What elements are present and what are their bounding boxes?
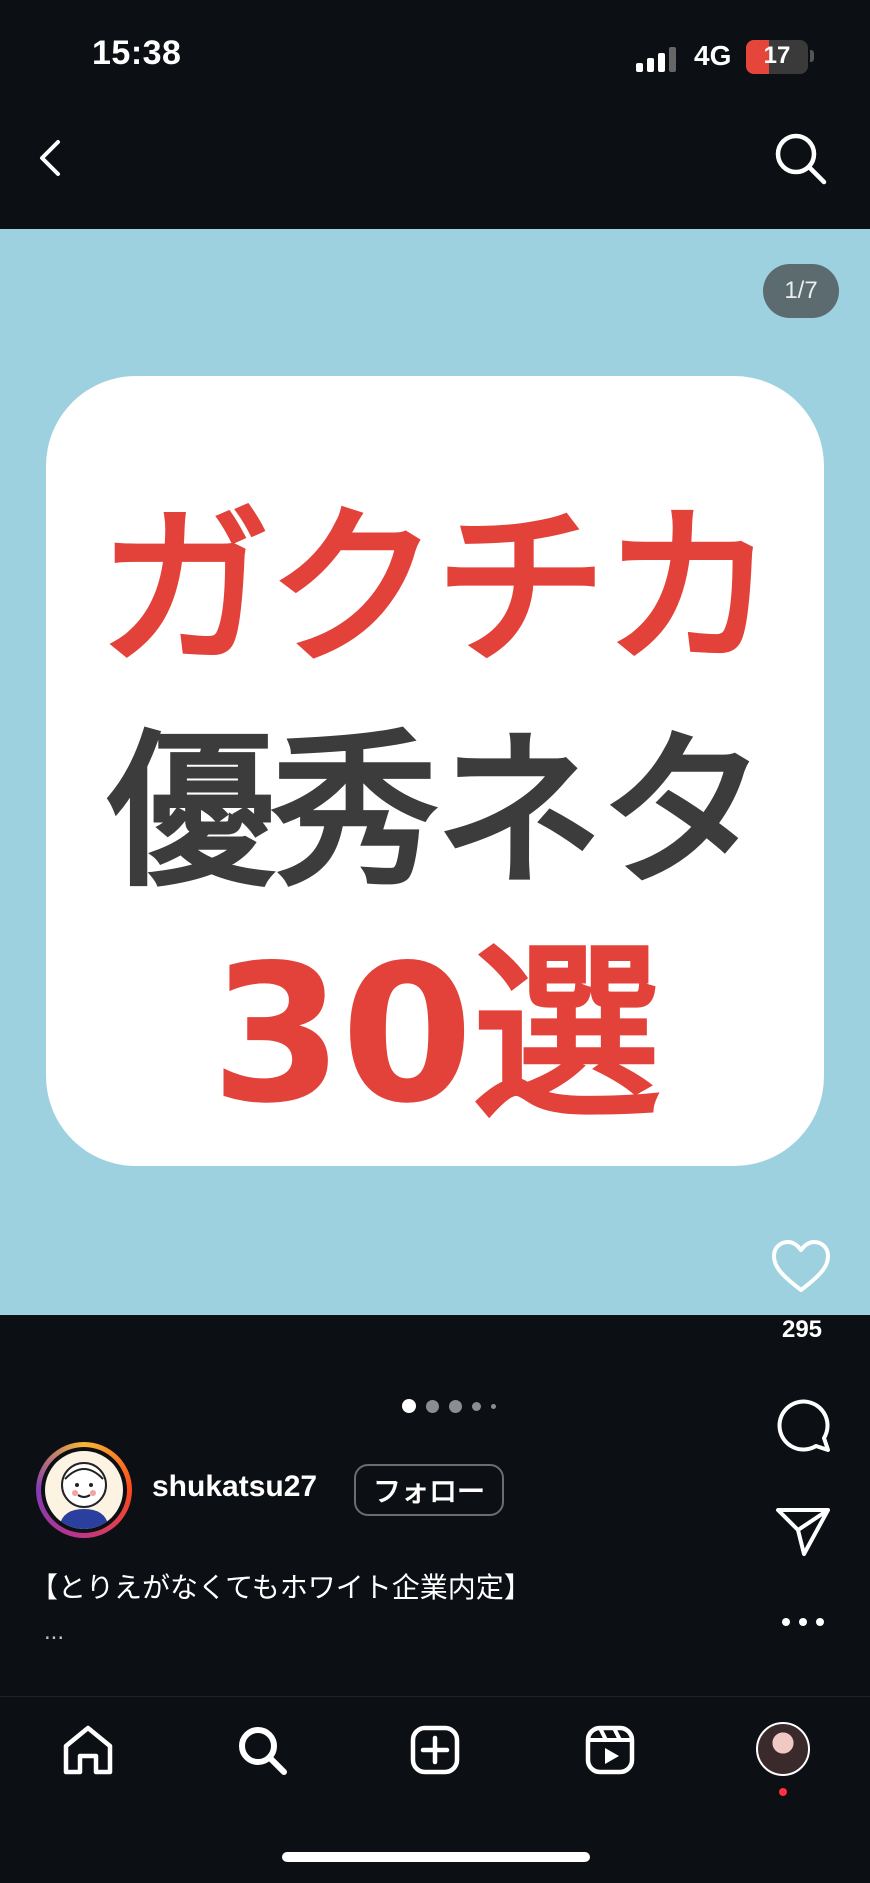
search-button[interactable] [772, 130, 828, 186]
chevron-left-icon [40, 140, 60, 176]
reels-icon [585, 1725, 635, 1775]
comment-icon [777, 1399, 830, 1452]
home-icon [63, 1725, 113, 1775]
follow-button[interactable]: フォロー [354, 1464, 504, 1516]
battery-icon: 17 [746, 40, 808, 74]
cellular-signal-icon [636, 44, 680, 72]
comment-button[interactable] [774, 1396, 832, 1454]
tab-create[interactable] [405, 1720, 465, 1780]
plus-square-icon [410, 1725, 460, 1775]
post-caption: 【とりえがなくてもホワイト企業内定】 [30, 1571, 532, 1604]
pagination-dot [402, 1399, 416, 1413]
account-avatar[interactable] [36, 1442, 132, 1538]
back-button[interactable] [32, 134, 74, 182]
share-button[interactable] [774, 1504, 832, 1558]
avatar-illustration [59, 1462, 109, 1529]
tab-reels[interactable] [580, 1720, 640, 1780]
search-icon [775, 133, 827, 185]
like-button[interactable] [770, 1238, 832, 1294]
home-indicator [282, 1852, 590, 1862]
post-image-title-line3: 30選 [210, 924, 661, 1145]
like-count: 295 [781, 1316, 823, 1343]
network-type: 4G [694, 40, 732, 71]
battery-level: 17 [763, 42, 791, 69]
tab-home[interactable] [58, 1720, 118, 1780]
image-counter: 1/7 [763, 264, 839, 318]
battery-cap [810, 50, 814, 62]
post-image-title-line1: ガクチカ [99, 488, 775, 689]
pagination-dot [491, 1403, 496, 1409]
more-options-button[interactable] [780, 1612, 826, 1632]
tab-profile-avatar[interactable] [756, 1722, 810, 1776]
carousel-pagination [402, 1398, 496, 1414]
more-horizontal-icon [782, 1618, 824, 1626]
notification-dot [779, 1788, 787, 1796]
pagination-dot [472, 1401, 481, 1411]
search-icon [239, 1727, 287, 1775]
pagination-dot [449, 1399, 462, 1413]
account-username[interactable]: shukatsu27 [152, 1470, 317, 1504]
pagination-dot [426, 1399, 439, 1413]
caption-more-link[interactable]: ... [44, 1618, 64, 1646]
status-time: 15:38 [92, 34, 182, 72]
heart-icon [772, 1240, 830, 1292]
send-icon [776, 1508, 830, 1556]
tab-search[interactable] [232, 1720, 292, 1780]
